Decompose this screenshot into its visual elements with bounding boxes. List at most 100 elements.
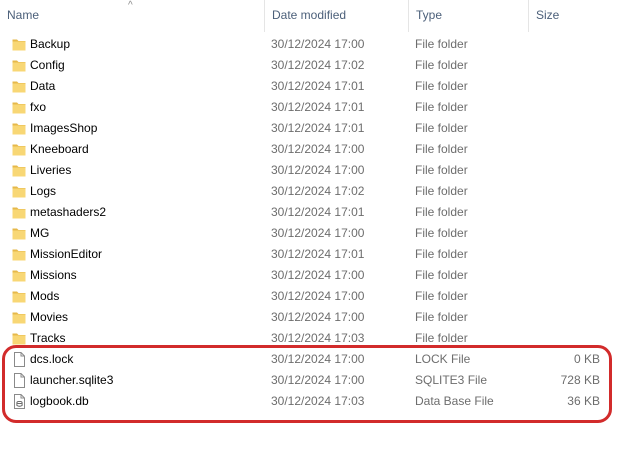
folder-icon xyxy=(12,58,26,73)
file-type: File folder xyxy=(415,163,468,177)
file-name: Kneeboard xyxy=(30,142,89,156)
date-modified: 30/12/2024 17:00 xyxy=(271,226,365,240)
date-modified: 30/12/2024 17:00 xyxy=(271,352,365,366)
file-type: File folder xyxy=(415,58,468,72)
column-header-bar: Name ^ Date modified Type Size xyxy=(0,0,627,32)
sort-ascending-icon: ^ xyxy=(128,0,133,11)
file-type: File folder xyxy=(415,121,468,135)
file-name: Data xyxy=(30,79,56,93)
date-modified: 30/12/2024 17:03 xyxy=(271,331,365,345)
file-type: File folder xyxy=(415,247,468,261)
column-header-size-label: Size xyxy=(536,8,560,22)
file-type: File folder xyxy=(415,310,468,324)
file-type: File folder xyxy=(415,184,468,198)
file-type: File folder xyxy=(415,226,468,240)
folder-icon xyxy=(12,289,26,304)
folder-icon xyxy=(12,100,26,115)
file-row[interactable]: launcher.sqlite3 30/12/2024 17:00 SQLITE3 … xyxy=(0,370,627,391)
file-name: Backup xyxy=(30,37,71,51)
file-name: fxo xyxy=(30,100,47,114)
column-header-name[interactable]: Name ^ xyxy=(0,0,264,32)
folder-icon xyxy=(12,37,26,52)
folder-row[interactable]: Logs 30/12/2024 17:02 File folder xyxy=(0,181,627,202)
file-type: Data Base File xyxy=(415,394,494,408)
file-list: Backup 30/12/2024 17:00 File folder Config 3… xyxy=(0,34,627,412)
folder-row[interactable]: Mods 30/12/2024 17:00 File folder xyxy=(0,286,627,307)
folder-row[interactable]: Config 30/12/2024 17:02 File folder xyxy=(0,55,627,76)
database-file-icon xyxy=(12,394,26,409)
folder-icon xyxy=(12,310,26,325)
file-type: File folder xyxy=(415,142,468,156)
folder-row[interactable]: Kneeboard 30/12/2024 17:00 File folder xyxy=(0,139,627,160)
file-type: File folder xyxy=(415,37,468,51)
file-size: 728 KB xyxy=(560,373,600,387)
date-modified: 30/12/2024 17:01 xyxy=(271,205,365,219)
column-header-type[interactable]: Type xyxy=(408,0,528,32)
folder-row[interactable]: Missions 30/12/2024 17:00 File folder xyxy=(0,265,627,286)
date-modified: 30/12/2024 17:00 xyxy=(271,289,365,303)
file-size: 36 KB xyxy=(567,394,600,408)
date-modified: 30/12/2024 17:00 xyxy=(271,37,365,51)
date-modified: 30/12/2024 17:00 xyxy=(271,142,365,156)
file-name: Missions xyxy=(30,268,77,282)
date-modified: 30/12/2024 17:02 xyxy=(271,184,365,198)
folder-icon xyxy=(12,163,26,178)
file-name: logbook.db xyxy=(30,394,89,408)
file-name: MG xyxy=(30,226,50,240)
folder-icon xyxy=(12,226,26,241)
folder-row[interactable]: metashaders2 30/12/2024 17:01 File folder xyxy=(0,202,627,223)
folder-icon xyxy=(12,79,26,94)
file-type: File folder xyxy=(415,331,468,345)
file-icon xyxy=(12,352,26,367)
folder-row[interactable]: Tracks 30/12/2024 17:03 File folder xyxy=(0,328,627,349)
folder-icon xyxy=(12,247,26,262)
column-header-type-label: Type xyxy=(416,8,443,22)
folder-icon xyxy=(12,142,26,157)
folder-icon xyxy=(12,268,26,283)
file-name: Movies xyxy=(30,310,69,324)
folder-row[interactable]: MissionEditor 30/12/2024 17:01 File folder xyxy=(0,244,627,265)
folder-row[interactable]: Liveries 30/12/2024 17:00 File folder xyxy=(0,160,627,181)
file-type: SQLITE3 File xyxy=(415,373,488,387)
date-modified: 30/12/2024 17:01 xyxy=(271,247,365,261)
folder-row[interactable]: MG 30/12/2024 17:00 File folder xyxy=(0,223,627,244)
date-modified: 30/12/2024 17:00 xyxy=(271,268,365,282)
file-size: 0 KB xyxy=(573,352,600,366)
column-header-date[interactable]: Date modified xyxy=(264,0,408,32)
file-name: ImagesShop xyxy=(30,121,98,135)
folder-icon xyxy=(12,121,26,136)
file-name: Mods xyxy=(30,289,60,303)
date-modified: 30/12/2024 17:00 xyxy=(271,163,365,177)
column-header-size[interactable]: Size xyxy=(528,0,608,32)
file-type: File folder xyxy=(415,268,468,282)
file-name: dcs.lock xyxy=(30,352,74,366)
file-type: File folder xyxy=(415,289,468,303)
date-modified: 30/12/2024 17:03 xyxy=(271,394,365,408)
file-name: Liveries xyxy=(30,163,72,177)
file-type: File folder xyxy=(415,205,468,219)
folder-icon xyxy=(12,184,26,199)
file-type: File folder xyxy=(415,79,468,93)
column-header-name-label: Name xyxy=(7,8,40,22)
file-type: LOCK File xyxy=(415,352,471,366)
folder-row[interactable]: Movies 30/12/2024 17:00 File folder xyxy=(0,307,627,328)
column-header-date-label: Date modified xyxy=(272,8,347,22)
date-modified: 30/12/2024 17:01 xyxy=(271,100,365,114)
folder-row[interactable]: Data 30/12/2024 17:01 File folder xyxy=(0,76,627,97)
file-name: Config xyxy=(30,58,65,72)
date-modified: 30/12/2024 17:01 xyxy=(271,79,365,93)
folder-icon xyxy=(12,331,26,346)
date-modified: 30/12/2024 17:00 xyxy=(271,373,365,387)
folder-row[interactable]: ImagesShop 30/12/2024 17:01 File folder xyxy=(0,118,627,139)
file-type: File folder xyxy=(415,100,468,114)
folder-icon xyxy=(12,205,26,220)
file-name: Tracks xyxy=(30,331,66,345)
file-icon xyxy=(12,373,26,388)
file-row[interactable]: dcs.lock 30/12/2024 17:00 LOCK File 0 KB xyxy=(0,349,627,370)
date-modified: 30/12/2024 17:02 xyxy=(271,58,365,72)
file-row[interactable]: logbook.db 30/12/2024 17:03 Data Base File… xyxy=(0,391,627,412)
file-name: launcher.sqlite3 xyxy=(30,373,114,387)
folder-row[interactable]: fxo 30/12/2024 17:01 File folder xyxy=(0,97,627,118)
folder-row[interactable]: Backup 30/12/2024 17:00 File folder xyxy=(0,34,627,55)
file-name: MissionEditor xyxy=(30,247,103,261)
